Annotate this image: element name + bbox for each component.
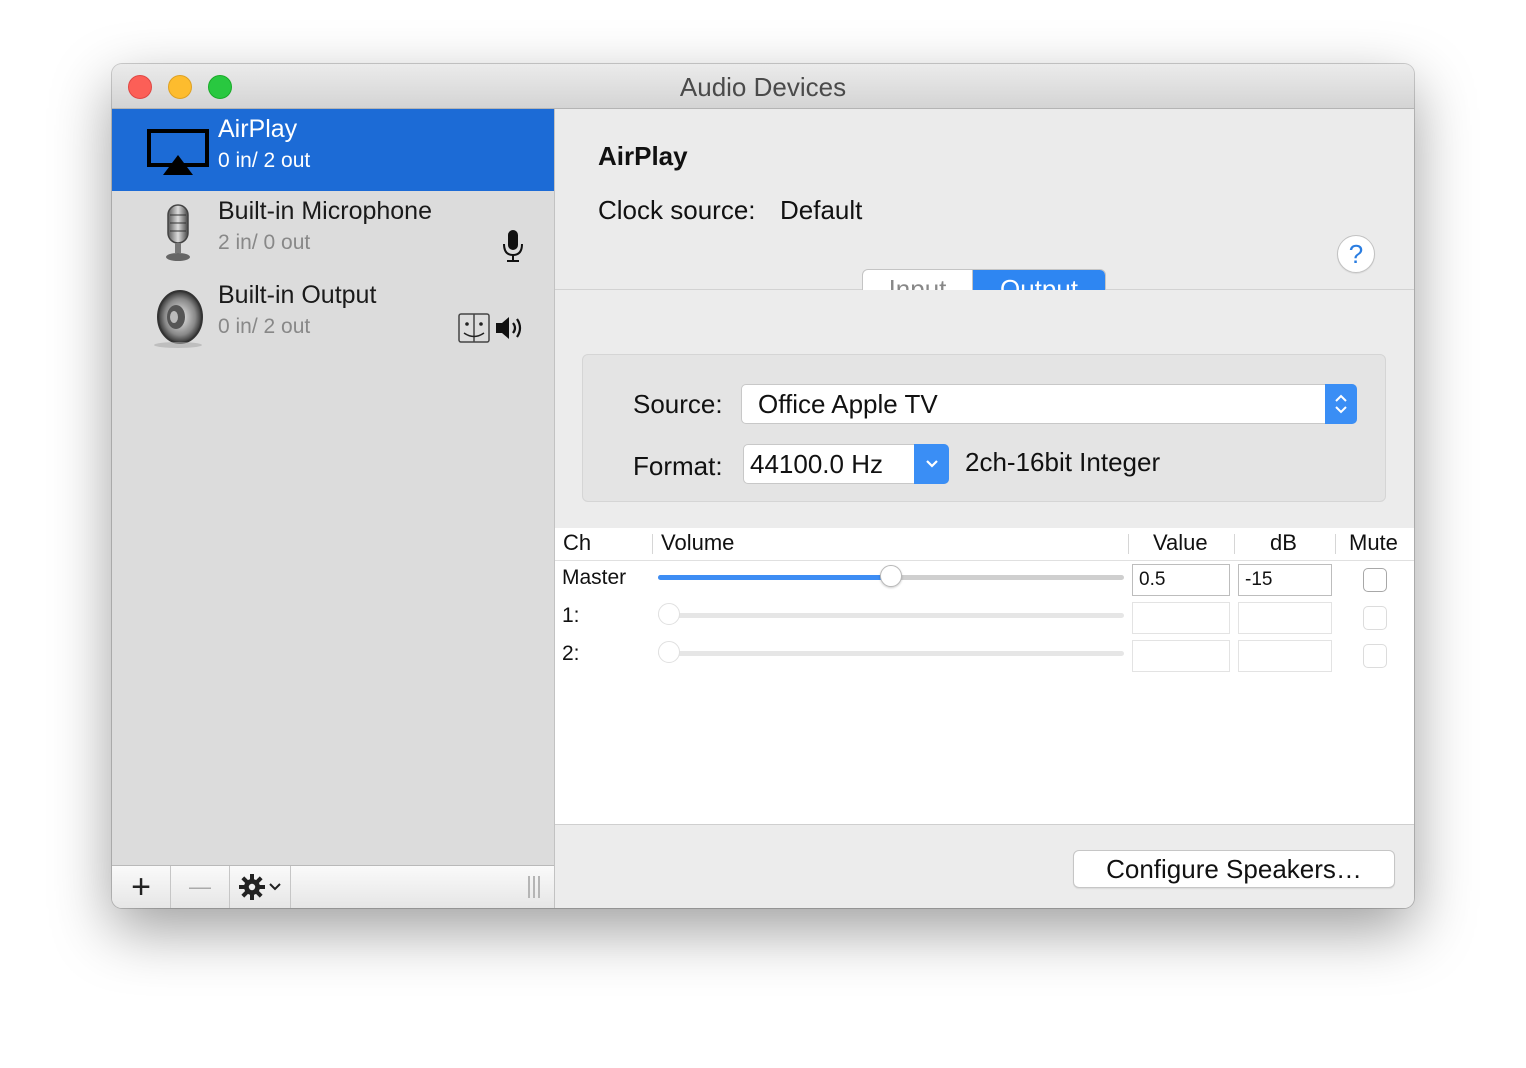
device-name: AirPlay [218,115,298,143]
table-header: Ch Volume Value dB Mute [555,528,1414,561]
db-field-master[interactable]: -15 [1238,564,1332,596]
channel-label-1: 1: [562,604,580,627]
help-button[interactable]: ? [1337,235,1375,273]
device-list: AirPlay 0 in/ 2 out Built-in Microphone … [112,109,555,908]
device-item-built-in-microphone[interactable]: Built-in Microphone 2 in/ 0 out [112,191,554,273]
title-bar: Audio Devices [112,64,1414,109]
device-io: 2 in/ 0 out [218,231,311,254]
device-title: AirPlay [598,141,688,171]
mute-checkbox-1[interactable] [1363,606,1387,630]
up-down-arrows-icon [1335,394,1347,414]
value-field-2[interactable] [1132,640,1230,672]
column-volume[interactable]: Volume [661,530,734,556]
chevron-down-icon [925,460,938,468]
window-title: Audio Devices [679,72,847,102]
volume-slider-master[interactable] [658,565,1124,587]
speaker-icon [154,290,203,348]
source-label: Source: [633,389,723,419]
volume-slider-2[interactable] [658,641,1124,663]
gear-icon [239,874,265,900]
source-select[interactable]: Office Apple TV [741,384,1357,424]
remove-device-button[interactable]: — [171,866,230,908]
source-stepper[interactable] [1325,384,1357,424]
slider-knob[interactable] [658,603,680,625]
clock-source-value: Default [780,195,863,225]
microphone-icon [166,204,190,261]
device-name: Built-in Output [218,281,377,309]
value-field-master[interactable]: 0.5 [1132,564,1230,596]
detail-footer: Configure Speakers… [555,824,1414,908]
format-description: 2ch-16bit Integer [965,447,1161,477]
device-list-toolbar: + — [112,865,554,908]
audio-devices-window: Audio Devices AirPlay 0 in/ 2 out Built-… [112,64,1414,908]
value-field-1[interactable] [1132,602,1230,634]
channel-label-2: 2: [562,642,580,665]
device-status-icons [458,313,524,343]
add-device-button[interactable]: + [112,866,171,908]
column-ch[interactable]: Ch [563,530,591,556]
column-db[interactable]: dB [1270,530,1297,556]
format-dropdown-button[interactable] [914,444,949,484]
chevron-down-icon [269,883,281,891]
device-item-built-in-output[interactable]: Built-in Output 0 in/ 2 out [112,275,554,357]
clock-source-label: Clock source: [598,195,756,225]
configure-speakers-button[interactable]: Configure Speakers… [1073,850,1395,888]
source-format-group: Source: Office Apple TV Format: 44100.0 … [582,354,1386,502]
column-mute[interactable]: Mute [1349,530,1398,556]
device-io: 0 in/ 2 out [218,315,311,338]
column-value[interactable]: Value [1153,530,1208,556]
slider-knob[interactable] [880,565,902,587]
default-input-mic-icon [503,230,523,262]
minus-icon: — [189,874,211,899]
device-header: AirPlay Clock source: Default ? [555,109,1414,290]
plus-icon: + [131,868,151,906]
channel-label-master: Master [562,566,627,589]
db-field-2[interactable] [1238,640,1332,672]
action-menu-button[interactable] [230,866,291,908]
system-output-finder-icon [458,313,490,343]
db-field-1[interactable] [1238,602,1332,634]
mute-checkbox-2[interactable] [1363,644,1387,668]
device-io: 0 in/ 2 out [218,149,311,172]
source-value: Office Apple TV [758,389,938,419]
airplay-icon [147,129,209,175]
device-status-icons [502,229,524,263]
format-label: Format: [633,451,723,481]
mute-checkbox-master[interactable] [1363,568,1387,592]
device-detail-panel: AirPlay Clock source: Default ? Input Ou… [555,109,1414,908]
format-value: 44100.0 Hz [750,449,883,479]
volume-slider-1[interactable] [658,603,1124,625]
resize-grip[interactable] [528,876,542,898]
device-item-airplay[interactable]: AirPlay 0 in/ 2 out [112,109,554,191]
volume-fill [658,575,891,580]
channel-volume-table: Ch Volume Value dB Mute Master 0.5 -15 1… [555,528,1414,824]
format-select[interactable]: 44100.0 Hz [743,444,949,484]
device-name: Built-in Microphone [218,197,432,225]
default-output-speaker-icon [496,317,522,339]
slider-knob[interactable] [658,641,680,663]
output-settings: Source: Office Apple TV Format: 44100.0 … [555,290,1414,526]
